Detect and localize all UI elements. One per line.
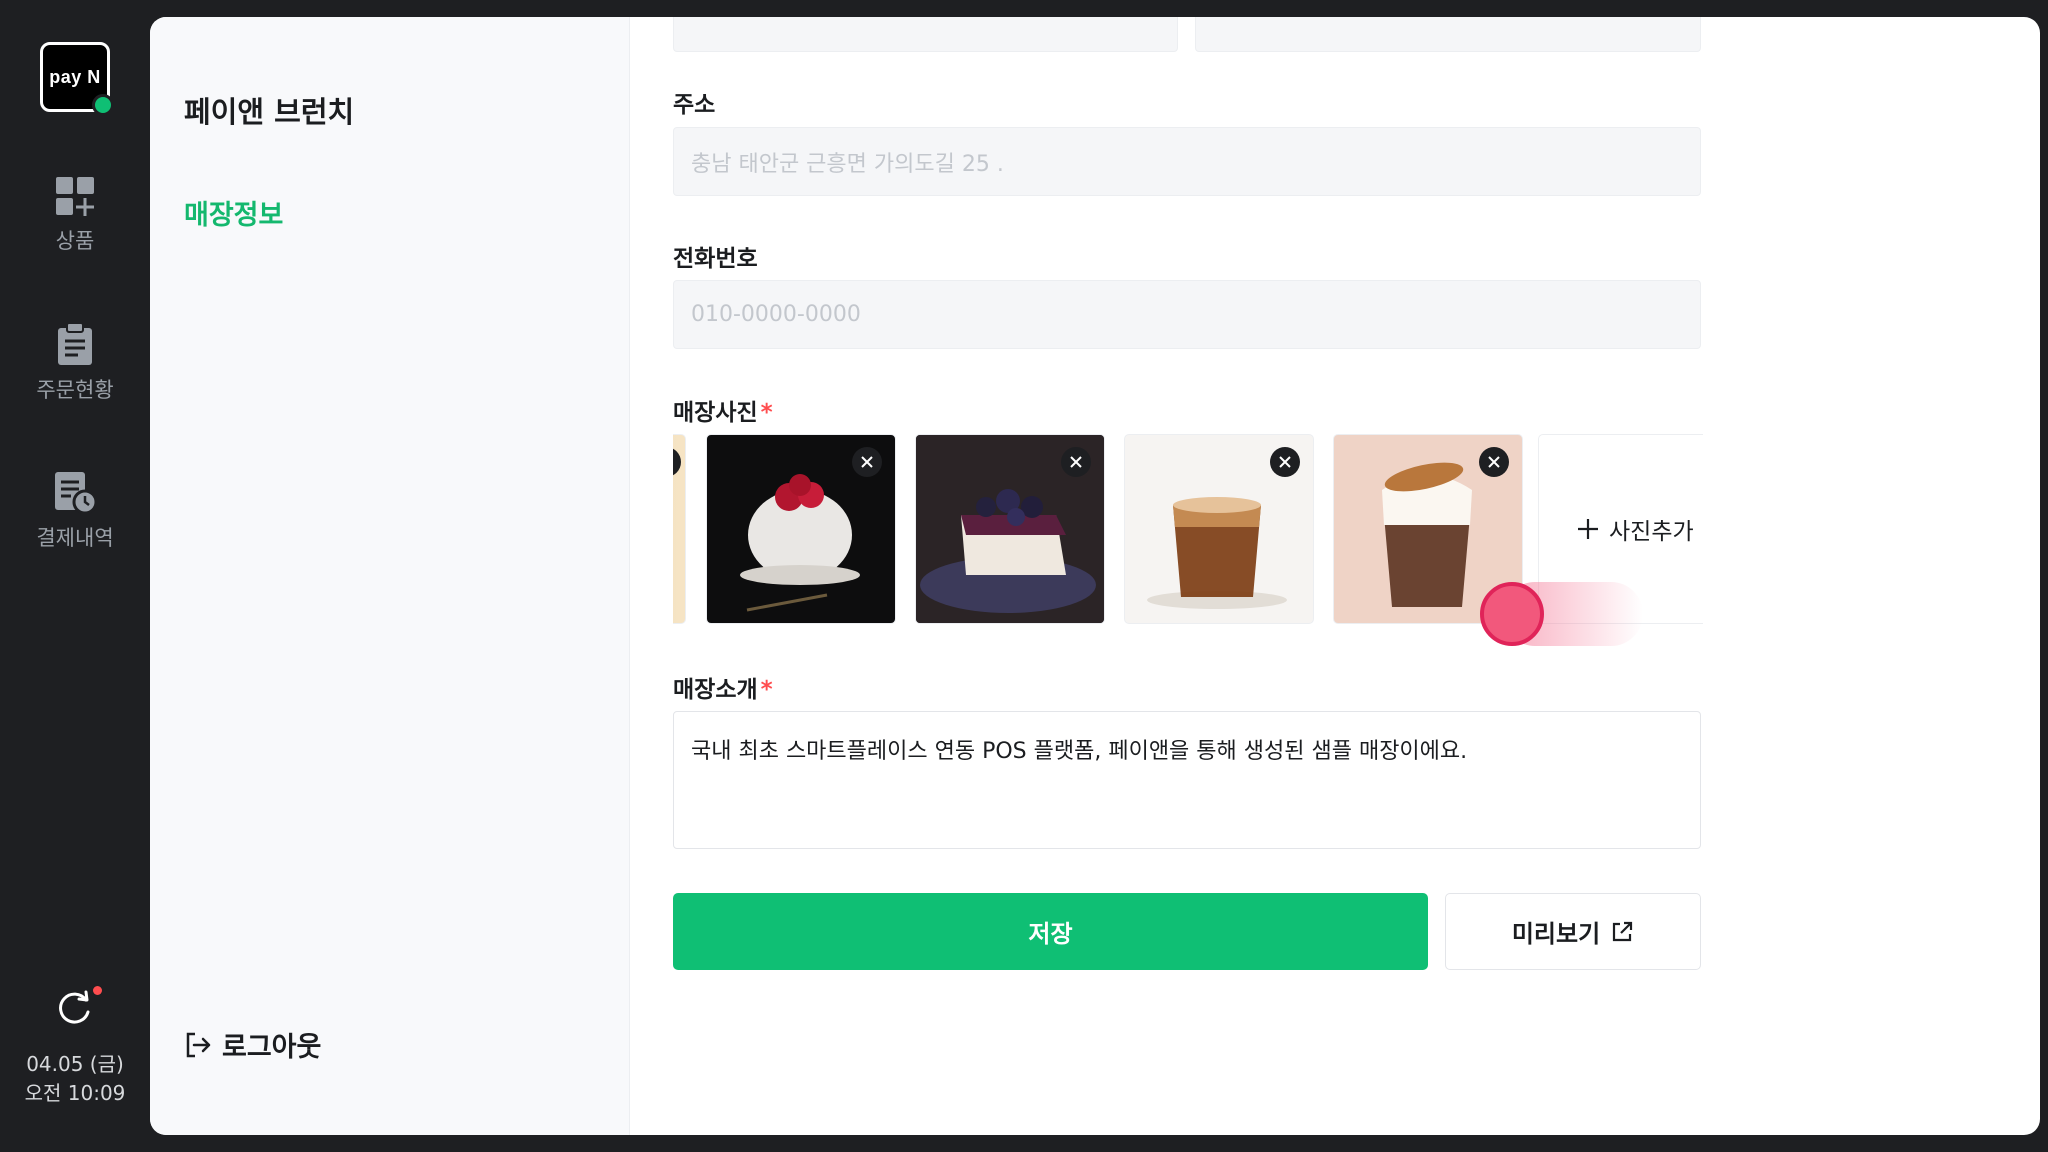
photo-item[interactable] (673, 434, 686, 624)
logout-label: 로그아웃 (222, 1032, 322, 1063)
rail-item-label: 상품 (55, 229, 95, 253)
required-mark: * (760, 677, 773, 703)
grid-plus-icon (56, 177, 94, 216)
online-status-dot (92, 94, 114, 116)
preview-label: 미리보기 (1511, 920, 1601, 948)
date-text: 04.05 (금) (26, 1052, 124, 1076)
close-icon (861, 456, 873, 468)
logout-icon (186, 1032, 211, 1057)
nav-rail: pay N 상품 주문현황 결제내역 04.05 (금) 오전 10:09 (0, 0, 150, 1152)
menu-item-store-info[interactable]: 매장정보 (184, 193, 283, 232)
required-mark: * (760, 400, 773, 426)
rail-item-label: 결제내역 (36, 526, 114, 550)
main-panel: 페이앤 브런치 매장정보 로그아웃 주소 충남 태안군 근흥면 가의도길 25 … (150, 17, 2040, 1135)
external-link-icon (1613, 921, 1633, 941)
intro-label-text: 매장소개 (673, 677, 758, 703)
notification-dot (93, 986, 102, 995)
clipboard-icon (58, 322, 92, 365)
save-button[interactable]: 저장 (673, 893, 1428, 970)
settings-sidebar: 페이앤 브런치 매장정보 로그아웃 (150, 17, 630, 1135)
address-placeholder: 충남 태안군 근흥면 가의도길 25 . (691, 151, 1004, 177)
photo-item[interactable] (915, 434, 1105, 624)
add-photo-label: 사진추가 (1609, 519, 1694, 545)
phone-label: 전화번호 (673, 246, 758, 272)
photo-item[interactable] (1124, 434, 1314, 624)
previous-field-left[interactable] (673, 17, 1178, 52)
remove-photo-button[interactable] (1479, 447, 1509, 477)
close-icon (1070, 456, 1082, 468)
phone-placeholder: 010-0000-0000 (691, 302, 861, 327)
plus-icon (1578, 519, 1598, 539)
remove-photo-button[interactable] (1270, 447, 1300, 477)
receipt-clock-icon (55, 472, 97, 514)
logo-text: pay N (49, 66, 101, 87)
store-name: 페이앤 브런치 (184, 95, 355, 129)
intro-text: 국내 최초 스마트플레이스 연동 POS 플랫폼, 페이앤을 통해 생성된 샘플… (691, 739, 1468, 764)
remove-photo-button[interactable] (673, 447, 681, 477)
remove-photo-button[interactable] (852, 447, 882, 477)
rail-item-products[interactable]: 상품 (0, 175, 150, 255)
phone-input[interactable]: 010-0000-0000 (673, 280, 1701, 349)
time-text: 오전 10:09 (24, 1081, 126, 1105)
intro-textarea[interactable]: 국내 최초 스마트플레이스 연동 POS 플랫폼, 페이앤을 통해 생성된 샘플… (673, 711, 1701, 849)
rail-item-orders[interactable]: 주문현황 (0, 322, 150, 404)
photo-item[interactable] (706, 434, 896, 624)
save-label: 저장 (1028, 920, 1073, 948)
photos-label: 매장사진 * (673, 393, 773, 427)
datetime: 04.05 (금) 오전 10:09 (0, 1050, 150, 1108)
refresh-icon[interactable] (55, 988, 95, 1028)
preview-button[interactable]: 미리보기 (1445, 893, 1701, 970)
address-input[interactable]: 충남 태안군 근흥면 가의도길 25 . (673, 127, 1701, 196)
touch-indicator (1480, 582, 1544, 646)
remove-photo-button[interactable] (1061, 447, 1091, 477)
previous-field-right[interactable] (1195, 17, 1701, 52)
address-label: 주소 (673, 92, 716, 118)
logout-button[interactable]: 로그아웃 (184, 1025, 321, 1064)
intro-label: 매장소개 * (673, 670, 773, 704)
rail-item-payments[interactable]: 결제내역 (0, 470, 150, 552)
close-icon (1279, 456, 1291, 468)
rail-item-label: 주문현황 (36, 378, 114, 402)
close-icon (1488, 456, 1500, 468)
photos-label-text: 매장사진 (673, 400, 758, 426)
